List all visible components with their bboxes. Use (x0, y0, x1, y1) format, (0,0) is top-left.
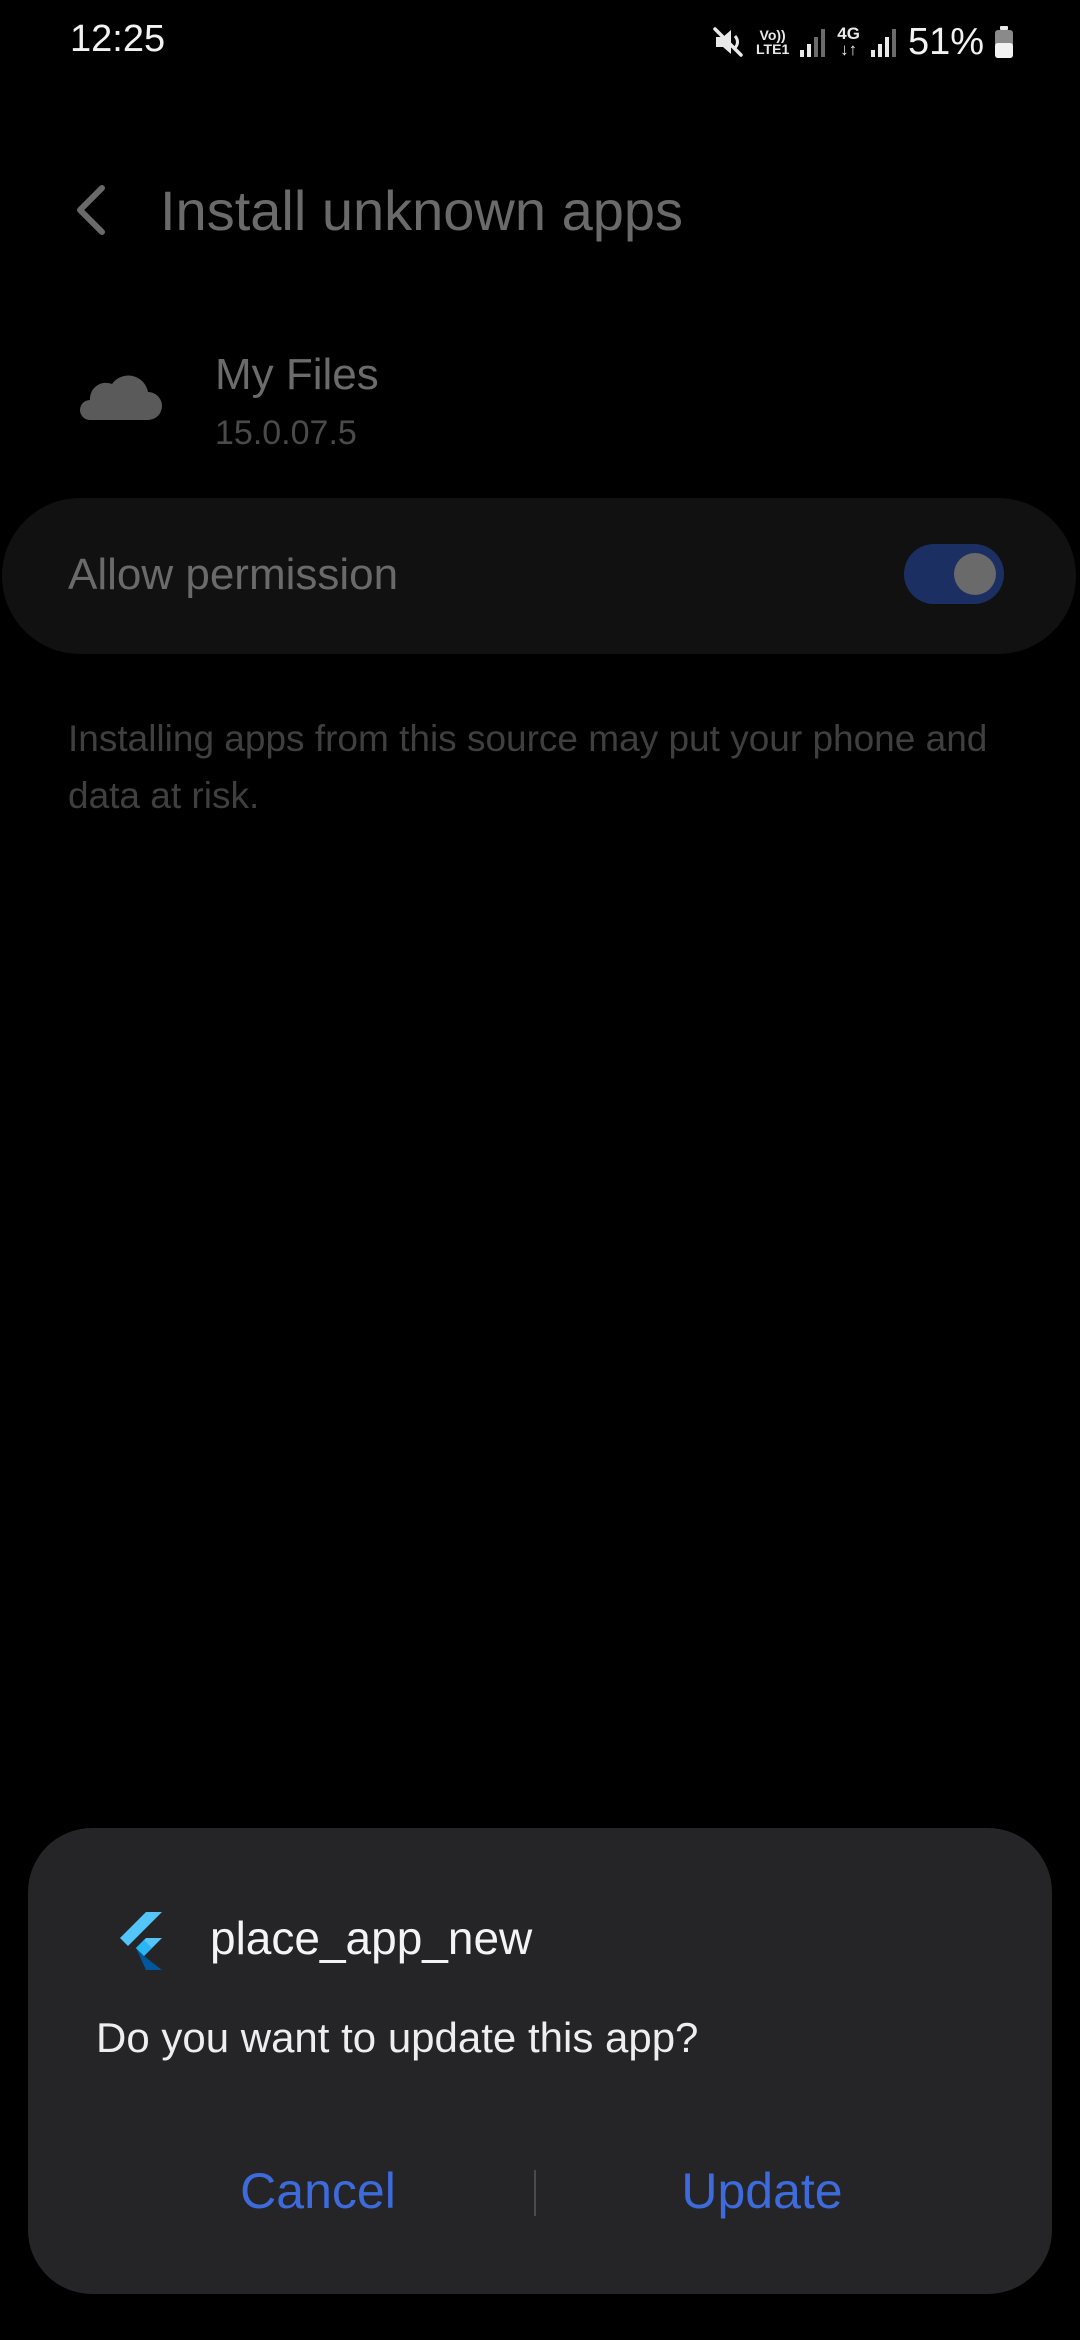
update-button[interactable]: Update (552, 2146, 972, 2236)
status-time: 12:25 (70, 18, 166, 60)
cloud-icon (74, 364, 164, 434)
allow-permission-toggle[interactable] (904, 544, 1004, 604)
allow-permission-label: Allow permission (68, 550, 399, 599)
status-icons: Vo)) LTE1 4G ↓↑ 51% (710, 18, 1014, 66)
dialog-app-name: place_app_new (210, 1912, 533, 1964)
signal-icon (799, 26, 827, 58)
button-divider (534, 2170, 536, 2216)
app-version: 15.0.07.5 (215, 414, 357, 452)
allow-permission-row[interactable]: Allow permission (2, 498, 1076, 654)
volte-bottom: LTE1 (756, 41, 790, 57)
update-dialog: place_app_new Do you want to update this… (28, 1828, 1052, 2294)
app-info: My Files 15.0.07.5 (0, 330, 1080, 470)
chevron-left-icon (70, 182, 110, 243)
app-bar: Install unknown apps (0, 160, 1080, 270)
app-name: My Files (215, 350, 379, 399)
dialog-actions: Cancel Update (28, 2146, 1052, 2236)
flutter-icon (116, 1910, 172, 1970)
signal-icon (870, 26, 898, 58)
mute-icon (710, 24, 746, 60)
cancel-button[interactable]: Cancel (108, 2146, 528, 2236)
page-title: Install unknown apps (160, 179, 684, 242)
back-button[interactable] (58, 180, 122, 244)
battery-icon (994, 25, 1014, 59)
toggle-knob (954, 553, 996, 595)
risk-warning: Installing apps from this source may put… (68, 718, 988, 816)
network-indicator: 4G ↓↑ (837, 25, 860, 59)
network-arrows: ↓↑ (840, 40, 858, 59)
volte-indicator: Vo)) LTE1 (756, 28, 789, 56)
battery-percent: 51% (907, 20, 984, 63)
status-bar: 12:25 Vo)) LTE1 4G ↓↑ 51% (0, 0, 1080, 84)
dialog-message: Do you want to update this app? (96, 2014, 699, 2061)
